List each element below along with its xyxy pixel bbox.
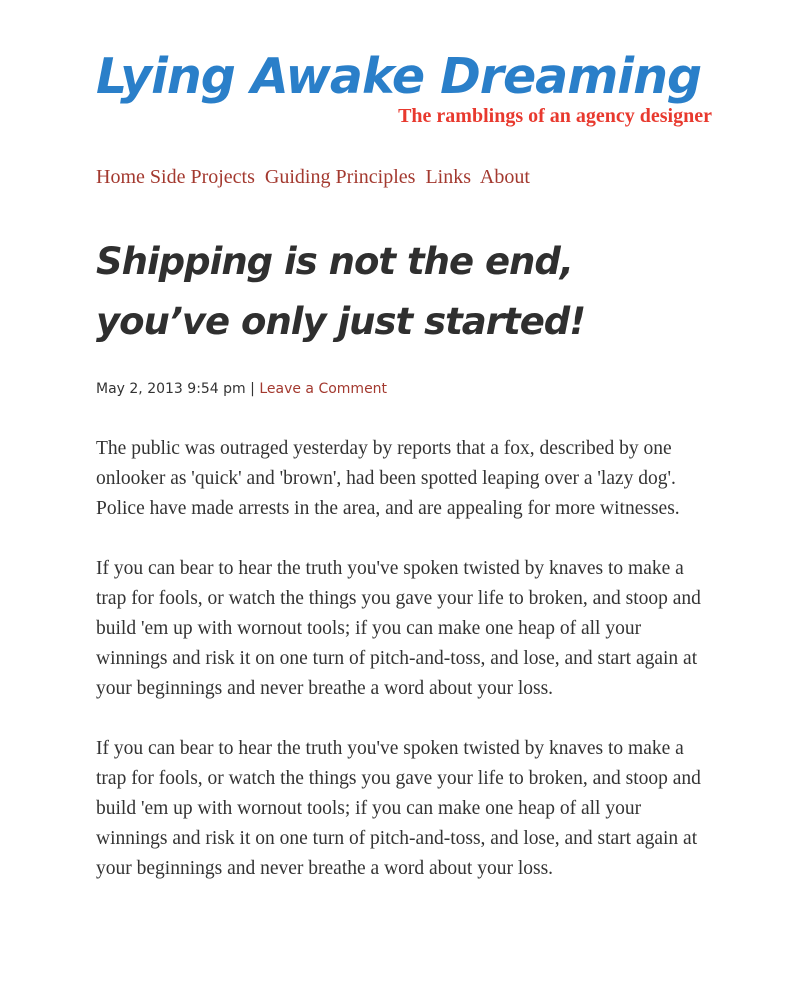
post-date: May 2, 2013 9:54 pm: [96, 381, 246, 397]
nav-links[interactable]: Links: [425, 166, 471, 188]
nav-home[interactable]: Home: [96, 166, 145, 188]
site-title-link[interactable]: Lying Awake Dreaming: [96, 46, 712, 108]
post-title-line-2: you’ve only just started!: [96, 300, 586, 343]
nav-guiding-principles[interactable]: Guiding Principles: [265, 166, 416, 188]
leave-comment-link[interactable]: Leave a Comment: [259, 381, 387, 397]
paragraph: The public was outraged yesterday by rep…: [96, 438, 680, 519]
meta-separator: |: [250, 381, 255, 397]
post-content: The public was outraged yesterday by rep…: [96, 434, 706, 914]
nav-side-projects[interactable]: Side Projects: [150, 166, 255, 188]
main-nav: Home Side Projects Guiding Principles Lin…: [96, 166, 535, 189]
post-title-line-1: Shipping is not the end,: [96, 240, 574, 283]
site-header: Lying Awake Dreaming The ramblings of an…: [96, 46, 712, 128]
post-meta: May 2, 2013 9:54 pm | Leave a Comment: [96, 381, 387, 397]
paragraph: If you can bear to hear the truth you've…: [96, 558, 701, 699]
post-title: Shipping is not the end, you’ve only jus…: [96, 232, 716, 352]
paragraph: If you can bear to hear the truth you've…: [96, 738, 701, 879]
nav-about[interactable]: About: [480, 166, 530, 188]
